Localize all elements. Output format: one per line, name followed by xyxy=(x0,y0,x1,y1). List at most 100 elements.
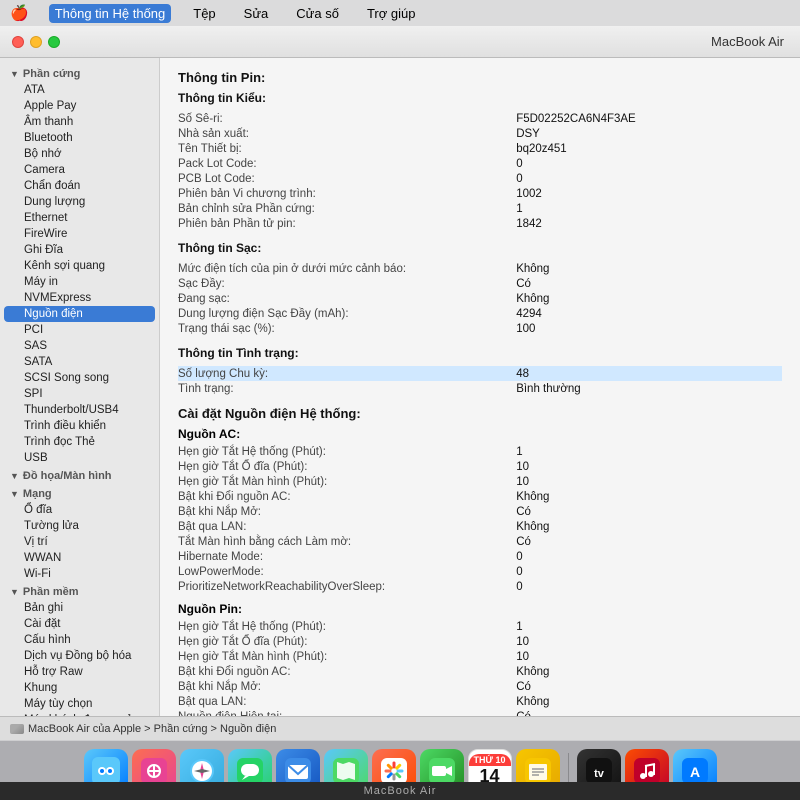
menubar-file[interactable]: Tệp xyxy=(187,4,221,23)
sidebar-item-drivers[interactable]: Trình điều khiển xyxy=(4,418,155,434)
close-button[interactable] xyxy=(12,36,24,48)
sidebar-item-settings[interactable]: Cài đặt xyxy=(4,616,155,632)
pack-lot-label: Pack Lot Code: xyxy=(178,156,510,171)
capacity-mah-value: 4294 xyxy=(510,306,782,321)
sidebar-item-frameworks[interactable]: Khung xyxy=(4,680,155,696)
serial-value: F5D02252CA6N4F3AE xyxy=(510,111,782,126)
table-row: PCB Lot Code: 0 xyxy=(178,171,782,186)
sidebar-hardware-header[interactable]: ▼ Phần cứng xyxy=(0,64,159,82)
sidebar-item-thunderbolt[interactable]: Thunderbolt/USB4 xyxy=(4,402,155,418)
state-pct-label: Trạng thái sạc (%): xyxy=(178,321,510,336)
table-row: Hẹn giờ Tắt Ổ đĩa (Phút):10 xyxy=(178,459,782,474)
table-row-highlighted: Số lượng Chu kỳ: 48 xyxy=(178,366,782,381)
sidebar-item-sync[interactable]: Dịch vụ Đồng bộ hóa xyxy=(4,648,155,664)
table-row: Phiên bản Vi chương trình: 1002 xyxy=(178,186,782,201)
sidebar-item-storage[interactable]: Dung lượng xyxy=(4,194,155,210)
charging-value: Không xyxy=(510,291,782,306)
sidebar-item-camera[interactable]: Camera xyxy=(4,162,155,178)
cell-rev-value: 1842 xyxy=(510,216,782,231)
hardware-section-label: Phần cứng xyxy=(23,68,80,80)
sidebar-software-header[interactable]: ▼ Phần mềm xyxy=(0,582,159,600)
sidebar-item-wifi[interactable]: Wi-Fi xyxy=(4,566,155,582)
svg-text:tv: tv xyxy=(594,768,605,780)
manufacturer-label: Nhà sản xuất: xyxy=(178,126,510,141)
manufacturer-value: DSY xyxy=(510,126,782,141)
fully-charged-label: Sạc Đầy: xyxy=(178,276,510,291)
minimize-button[interactable] xyxy=(30,36,42,48)
sidebar-item-drives[interactable]: Ổ đĩa xyxy=(4,502,155,518)
sidebar-item-nvmexpress[interactable]: NVMExpress xyxy=(4,290,155,306)
ac-section-label: Nguồn AC: xyxy=(178,427,782,441)
sidebar-item-wwan[interactable]: WWAN xyxy=(4,550,155,566)
table-row: Bật khi Đổi nguồn AC:Không xyxy=(178,664,782,679)
table-row: Sạc Đầy: Có xyxy=(178,276,782,291)
battery-section-label: Nguồn Pin: xyxy=(178,602,782,616)
menubar-window[interactable]: Cửa số xyxy=(290,4,345,23)
pcb-lot-label: PCB Lot Code: xyxy=(178,171,510,186)
condition-value: Bình thường xyxy=(510,381,782,396)
sidebar-item-fibre-channel[interactable]: Kênh sợi quang xyxy=(4,258,155,274)
sidebar-item-firewire[interactable]: FireWire xyxy=(4,226,155,242)
menubar-edit[interactable]: Sửa xyxy=(238,4,275,23)
table-row: Phiên bản Phần tử pin: 1842 xyxy=(178,216,782,231)
hardware-rev-label: Bản chỉnh sửa Phần cứng: xyxy=(178,201,510,216)
chevron-down-icon-network: ▼ xyxy=(10,489,19,499)
calendar-day-label: THỨ 10 xyxy=(469,754,511,766)
sidebar-item-disc-burning[interactable]: Ghi Đĩa xyxy=(4,242,155,258)
sidebar-item-audio[interactable]: Âm thanh xyxy=(4,114,155,130)
sidebar-item-sas[interactable]: SAS xyxy=(4,338,155,354)
low-warn-label: Mức điện tích của pin ở dưới mức cảnh bá… xyxy=(178,261,510,276)
sidebar-item-memory[interactable]: Bộ nhớ xyxy=(4,146,155,162)
table-row: Bật khi Nắp Mở:Có xyxy=(178,679,782,694)
sidebar-item-diagnostics[interactable]: Chẩn đoán xyxy=(4,178,155,194)
pcb-lot-value: 0 xyxy=(510,171,782,186)
menubar-system-info[interactable]: Thông tin Hệ thống xyxy=(49,4,172,23)
table-row: Hẹn giờ Tắt Hệ thống (Phút):1 xyxy=(178,444,782,459)
condition-label: Tình trạng: xyxy=(178,381,510,396)
sidebar-item-applepay[interactable]: Apple Pay xyxy=(4,98,155,114)
cycle-count-value: 48 xyxy=(510,366,782,381)
sidebar-item-location[interactable]: Vị trí xyxy=(4,534,155,550)
chevron-down-icon: ▼ xyxy=(10,69,19,79)
charging-label: Đang sạc: xyxy=(178,291,510,306)
sidebar-item-spi[interactable]: SPI xyxy=(4,386,155,402)
maximize-button[interactable] xyxy=(48,36,60,48)
battery-info-title: Thông tin Pin: xyxy=(178,70,782,85)
table-row: Hibernate Mode:0 xyxy=(178,549,782,564)
sidebar-item-preferences[interactable]: Máy tùy chọn xyxy=(4,696,155,712)
sidebar-item-logs[interactable]: Bản ghi xyxy=(4,600,155,616)
sidebar-item-power[interactable]: Nguồn điện xyxy=(4,306,155,322)
sidebar-graphics-header[interactable]: ▼ Đồ họa/Màn hình xyxy=(0,466,159,484)
sidebar-item-pci[interactable]: PCI xyxy=(4,322,155,338)
sidebar-item-raw-support[interactable]: Hỗ trợ Raw xyxy=(4,664,155,680)
sidebar-item-usb[interactable]: USB xyxy=(4,450,155,466)
sidebar-item-bluetooth[interactable]: Bluetooth xyxy=(4,130,155,146)
pack-lot-value: 0 xyxy=(510,156,782,171)
table-row: Nguồn điện Hiện tại:Có xyxy=(178,709,782,716)
chevron-down-icon-software: ▼ xyxy=(10,587,19,597)
sidebar-item-scsi[interactable]: SCSI Song song xyxy=(4,370,155,386)
sidebar-item-printer[interactable]: Máy in xyxy=(4,274,155,290)
titlebar: MacBook Air xyxy=(0,26,800,58)
charge-info-title: Thông tin Sạc: xyxy=(178,241,782,255)
breadcrumb: MacBook Air của Apple > Phần cứng > Nguồ… xyxy=(0,716,800,740)
graphics-section-label: Đồ họa/Màn hình xyxy=(23,470,112,482)
sidebar-item-sata[interactable]: SATA xyxy=(4,354,155,370)
table-row: Hẹn giờ Tắt Màn hình (Phút):10 xyxy=(178,649,782,664)
table-row: Tên Thiết bị: bq20z451 xyxy=(178,141,782,156)
table-row: Bật qua LAN:Không xyxy=(178,694,782,709)
sidebar-item-ethernet[interactable]: Ethernet xyxy=(4,210,155,226)
sidebar-item-firewall[interactable]: Tường lửa xyxy=(4,518,155,534)
sidebar-item-config[interactable]: Cấu hình xyxy=(4,632,155,648)
apple-menu-icon[interactable]: 🍎 xyxy=(10,4,29,22)
sidebar-network-header[interactable]: ▼ Mạng xyxy=(0,484,159,502)
network-section-label: Mạng xyxy=(23,488,52,500)
hardware-rev-value: 1 xyxy=(510,201,782,216)
laptop-icon xyxy=(10,724,24,734)
table-row: Đang sạc: Không xyxy=(178,291,782,306)
main-window: MacBook Air ▼ Phần cứng ATA Apple Pay Âm… xyxy=(0,26,800,740)
sidebar-item-ata[interactable]: ATA xyxy=(4,82,155,98)
sidebar-item-card-reader[interactable]: Trình đọc Thẻ xyxy=(4,434,155,450)
menubar-help[interactable]: Trợ giúp xyxy=(361,4,422,23)
cycle-table: Số lượng Chu kỳ: 48 Tình trạng: Bình thư… xyxy=(178,366,782,396)
